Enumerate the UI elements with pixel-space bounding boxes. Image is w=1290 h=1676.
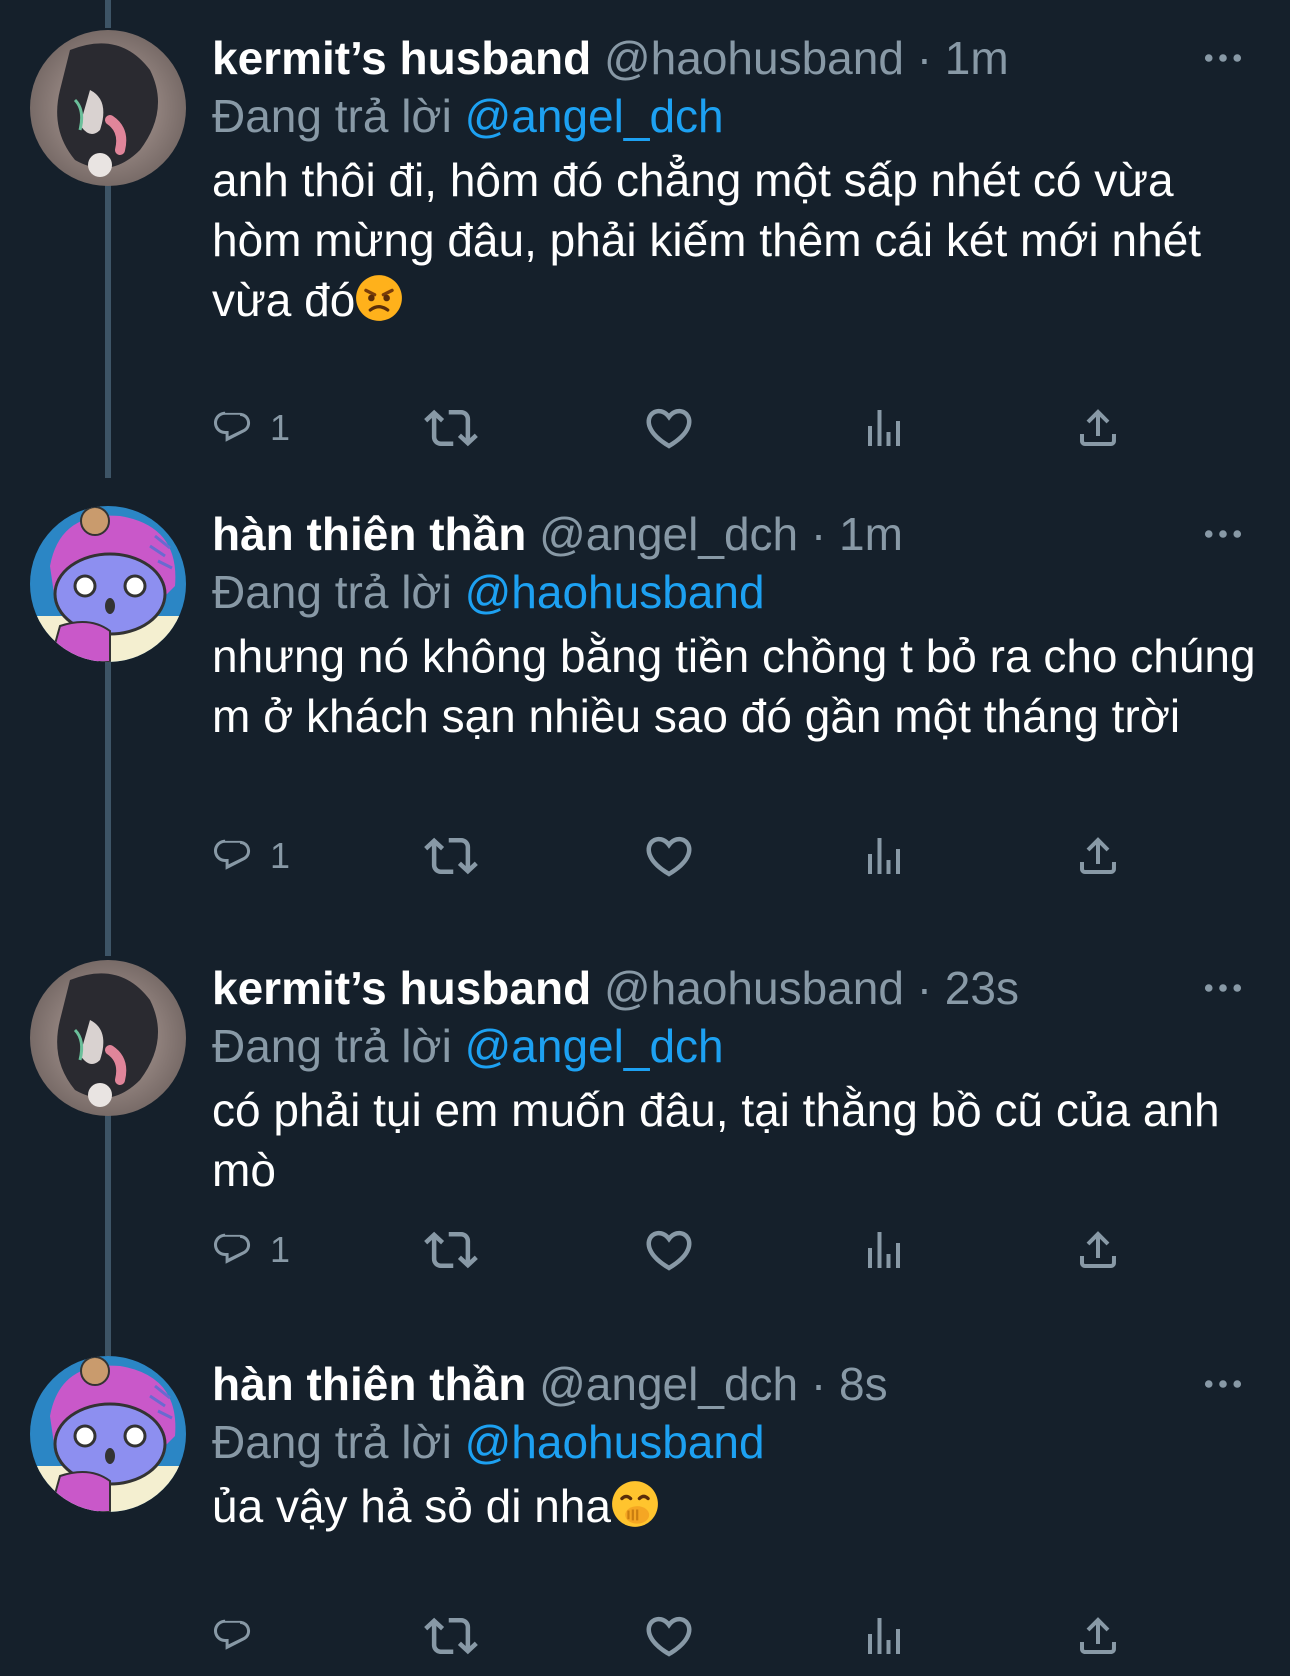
analytics-icon <box>860 1226 908 1274</box>
author-handle[interactable]: @angel_dch <box>539 1358 798 1410</box>
retweet-button[interactable] <box>424 828 478 884</box>
share-button[interactable] <box>1074 1608 1122 1664</box>
thread-line <box>105 662 111 956</box>
like-button[interactable] <box>642 828 696 884</box>
avatar[interactable] <box>30 30 186 186</box>
separator-dot: · <box>916 962 933 1014</box>
reply-count: 1 <box>270 407 291 448</box>
like-icon <box>642 829 696 883</box>
analytics-button[interactable] <box>860 1222 908 1278</box>
tweet-text: ủa vậy hả sỏ di nha <box>212 1476 1262 1536</box>
reply-button[interactable] <box>212 1608 270 1664</box>
avatar-image <box>30 1356 186 1512</box>
analytics-icon <box>860 1612 908 1660</box>
timestamp[interactable]: 8s <box>839 1358 888 1410</box>
separator-dot: · <box>916 32 933 84</box>
author-handle[interactable]: @haohusband <box>604 962 904 1014</box>
author-name[interactable]: hàn thiên thần <box>212 1358 526 1410</box>
like-button[interactable] <box>642 1608 696 1664</box>
mention-link[interactable]: @angel_dch <box>465 1020 724 1072</box>
more-icon[interactable] <box>1204 1356 1242 1412</box>
share-icon <box>1074 404 1122 452</box>
reply-icon <box>212 1226 260 1274</box>
tweet-actions: 1 <box>212 1222 1112 1278</box>
like-button[interactable] <box>642 400 696 456</box>
mention-link[interactable]: @haohusband <box>465 1416 765 1468</box>
tweet-text: anh thôi đi, hôm đó chẳng một sấp nhét c… <box>212 150 1262 330</box>
avatar-image <box>30 506 186 662</box>
avatar[interactable] <box>30 960 186 1116</box>
tweet-text: có phải tụi em muốn đâu, tại thằng bồ cũ… <box>212 1084 1220 1196</box>
author-name[interactable]: kermit’s husband <box>212 32 591 84</box>
replying-label: Đang trả lời <box>212 566 452 618</box>
retweet-icon <box>424 1223 478 1277</box>
separator-dot: · <box>810 1358 827 1410</box>
retweet-icon <box>424 1609 478 1663</box>
analytics-button[interactable] <box>860 828 908 884</box>
retweet-button[interactable] <box>424 1222 478 1278</box>
like-button[interactable] <box>642 1222 696 1278</box>
thread-line <box>105 184 111 478</box>
share-button[interactable] <box>1074 400 1122 456</box>
mention-link[interactable]: @angel_dch <box>465 90 724 142</box>
analytics-button[interactable] <box>860 400 908 456</box>
replying-label: Đang trả lời <box>212 1020 452 1072</box>
avatar-image <box>30 30 186 186</box>
author-name[interactable]: kermit’s husband <box>212 962 591 1014</box>
replying-to: Đang trả lời @angel_dch <box>212 1016 1262 1076</box>
retweet-button[interactable] <box>424 400 478 456</box>
share-icon <box>1074 832 1122 880</box>
replying-label: Đang trả lời <box>212 1416 452 1468</box>
thread-line <box>105 0 111 28</box>
thread-line <box>105 1112 111 1356</box>
share-button[interactable] <box>1074 828 1122 884</box>
share-icon <box>1074 1226 1122 1274</box>
reply-button[interactable]: 1 <box>212 1222 290 1278</box>
retweet-icon <box>424 401 478 455</box>
share-icon <box>1074 1612 1122 1660</box>
mention-link[interactable]: @haohusband <box>465 566 765 618</box>
angry-face-icon <box>355 274 403 322</box>
analytics-icon <box>860 832 908 880</box>
avatar[interactable] <box>30 1356 186 1512</box>
author-name[interactable]: hàn thiên thần <box>212 508 526 560</box>
timestamp[interactable]: 23s <box>945 962 1019 1014</box>
tweet-actions: 1 <box>212 828 1112 884</box>
replying-to: Đang trả lời @haohusband <box>212 562 1262 622</box>
more-icon[interactable] <box>1204 506 1242 562</box>
reply-icon <box>212 1612 260 1660</box>
analytics-button[interactable] <box>860 1608 908 1664</box>
more-icon[interactable] <box>1204 30 1242 86</box>
tweet-text: nhưng nó không bằng tiền chồng t bỏ ra c… <box>212 630 1256 742</box>
reply-count: 1 <box>270 835 291 876</box>
reply-count: 1 <box>270 1229 291 1270</box>
like-icon <box>642 401 696 455</box>
separator-dot: · <box>810 508 827 560</box>
reply-icon <box>212 832 260 880</box>
like-icon <box>642 1223 696 1277</box>
analytics-icon <box>860 404 908 452</box>
like-icon <box>642 1609 696 1663</box>
more-icon[interactable] <box>1204 960 1242 1016</box>
tweet-text-content: ủa vậy hả sỏ di nha <box>212 1480 611 1532</box>
author-handle[interactable]: @haohusband <box>604 32 904 84</box>
reply-button[interactable]: 1 <box>212 400 290 456</box>
retweet-icon <box>424 829 478 883</box>
reply-icon <box>212 404 260 452</box>
reply-button[interactable]: 1 <box>212 828 290 884</box>
retweet-button[interactable] <box>424 1608 478 1664</box>
timestamp[interactable]: 1m <box>839 508 903 560</box>
author-handle[interactable]: @angel_dch <box>539 508 798 560</box>
tweet-actions <box>212 1608 1112 1664</box>
timestamp[interactable]: 1m <box>945 32 1009 84</box>
replying-to: Đang trả lời @angel_dch <box>212 86 1262 146</box>
share-button[interactable] <box>1074 1222 1122 1278</box>
avatar[interactable] <box>30 506 186 662</box>
replying-label: Đang trả lời <box>212 90 452 142</box>
tweet-actions: 1 <box>212 400 1112 456</box>
avatar-image <box>30 960 186 1116</box>
face-with-hand-over-mouth-icon <box>611 1480 659 1528</box>
replying-to: Đang trả lời @haohusband <box>212 1412 1262 1472</box>
